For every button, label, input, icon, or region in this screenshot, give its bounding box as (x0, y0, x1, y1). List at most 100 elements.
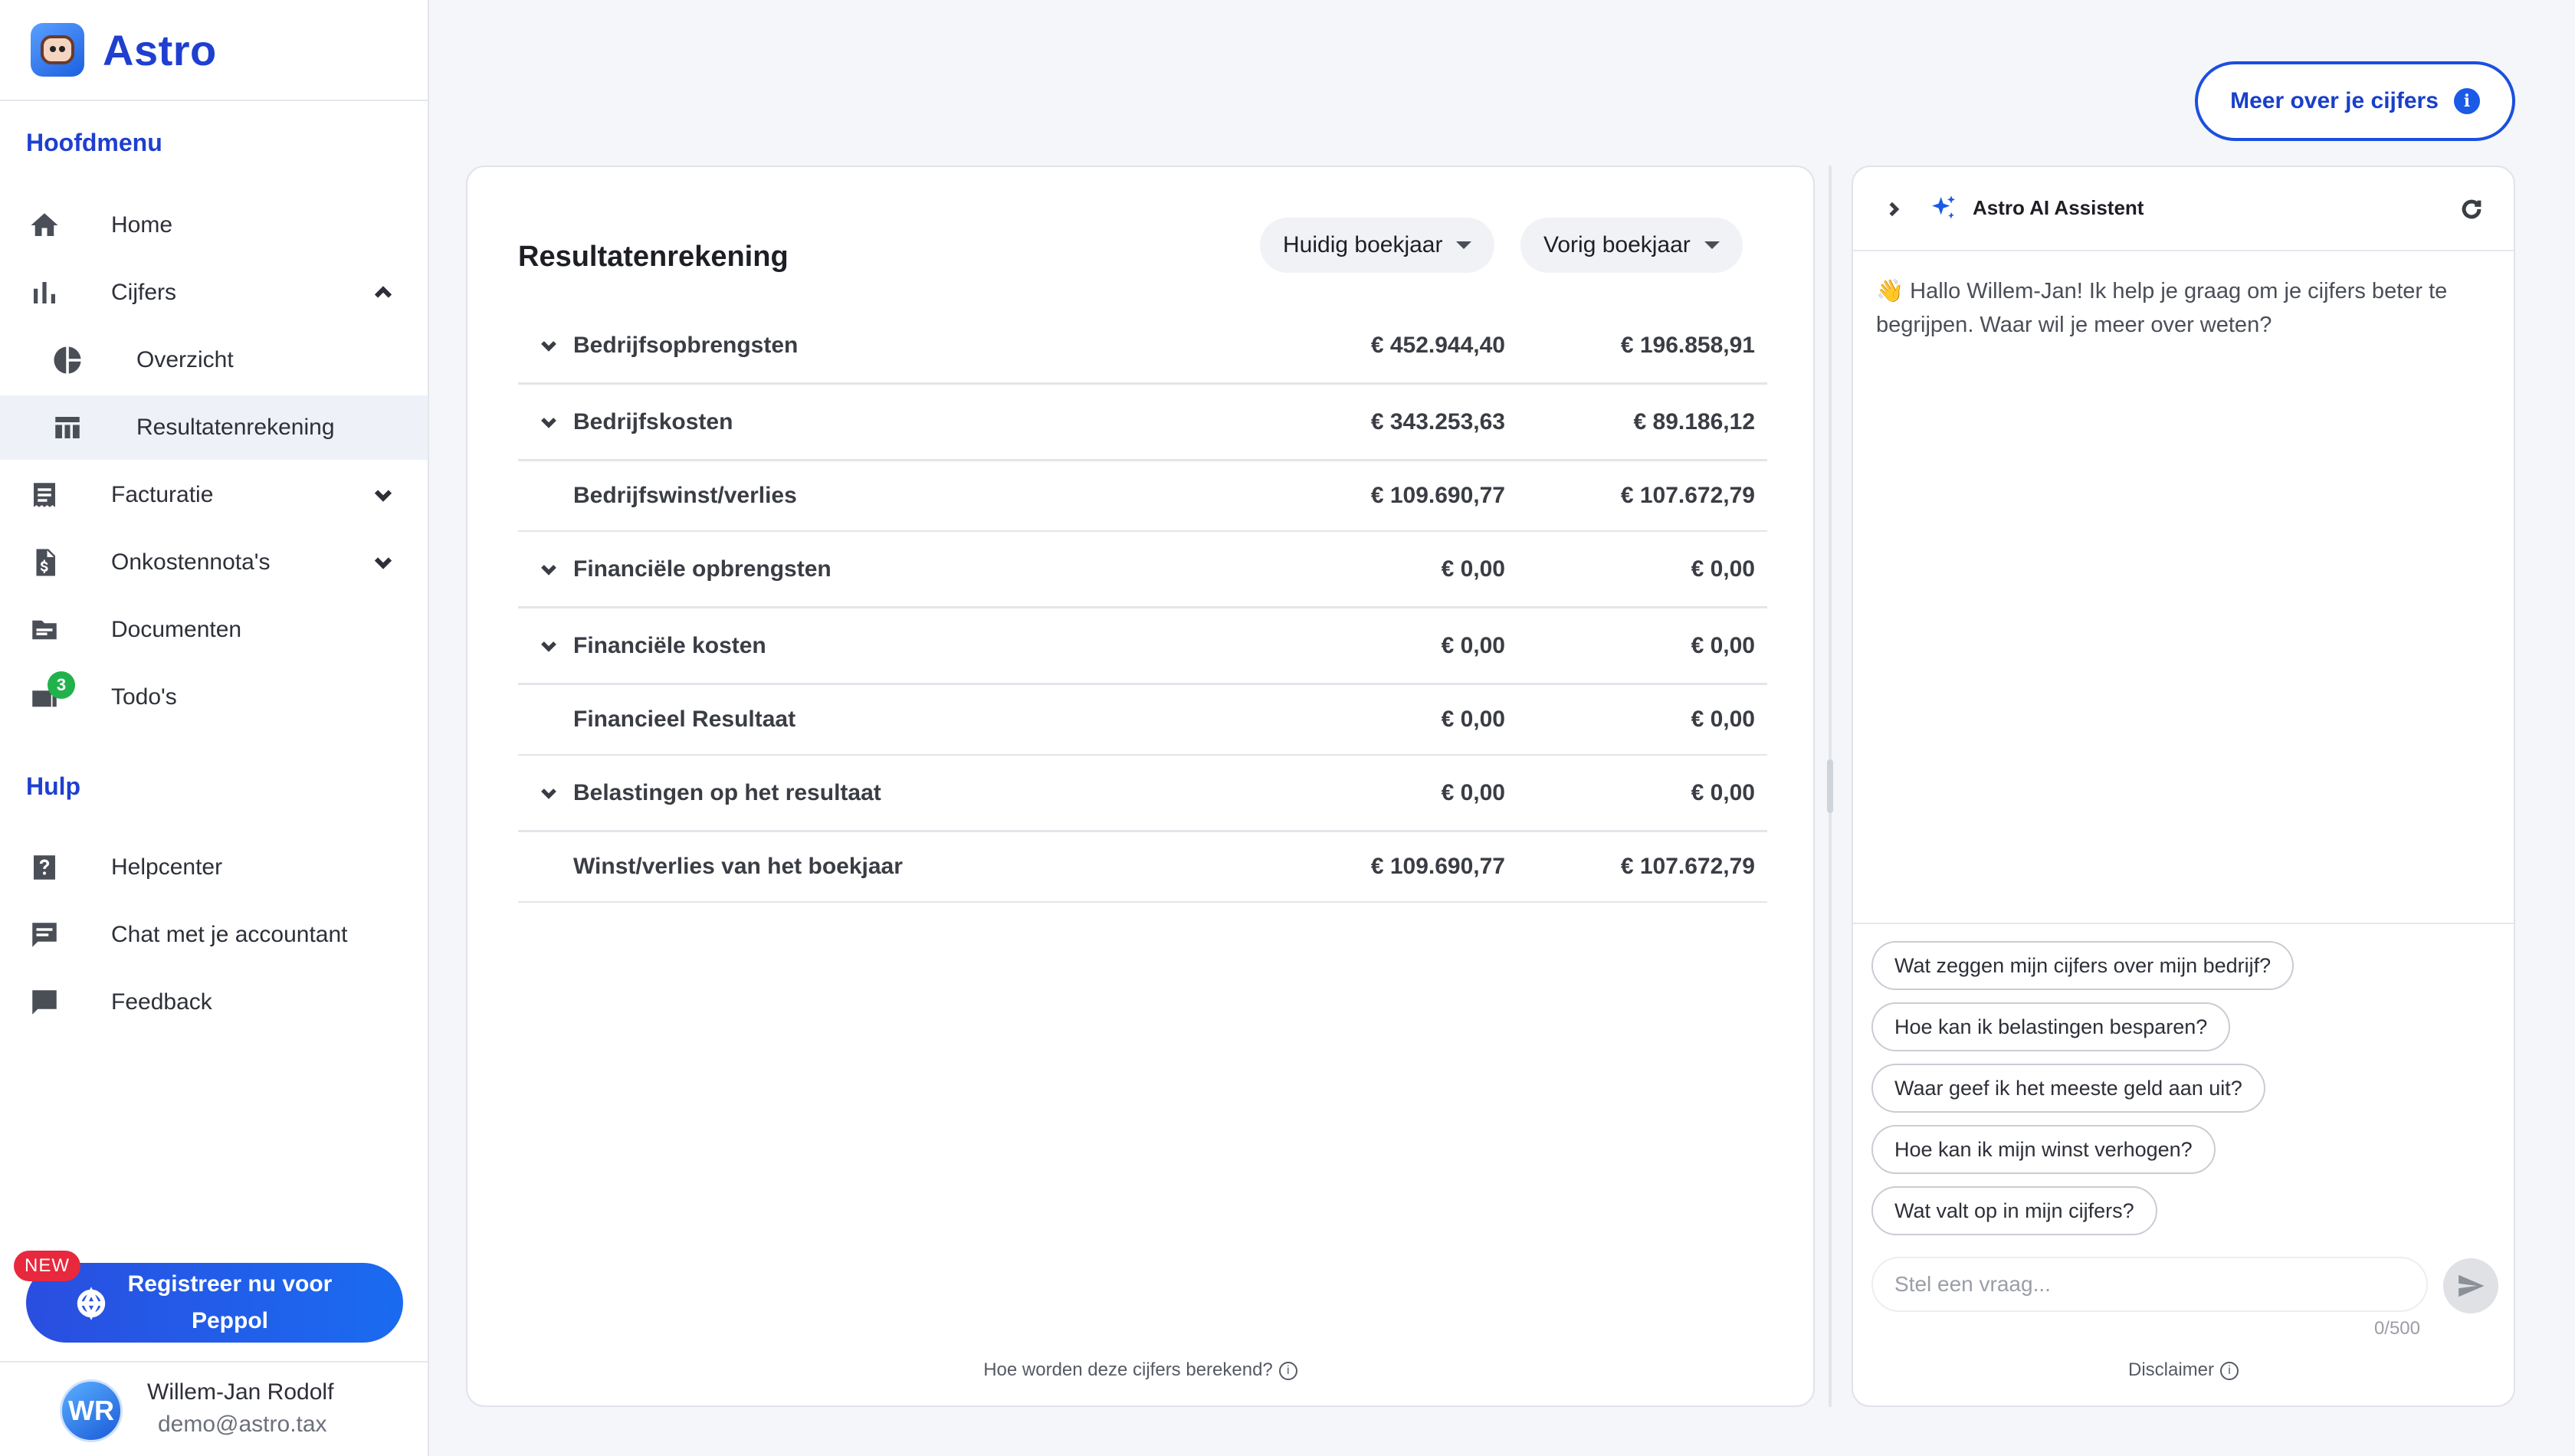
peppol-label: Registreer nu voor Peppol (127, 1271, 333, 1333)
new-badge: NEW (14, 1251, 80, 1281)
sparkle-icon (1928, 193, 1959, 224)
question-input[interactable] (1871, 1257, 2428, 1312)
current-year-value: € 0,00 (1441, 707, 1505, 732)
astro-logo-icon (31, 23, 84, 77)
previous-year-value: € 107.672,79 (1620, 483, 1755, 508)
sidebar-item-resultatenrekening[interactable]: Resultatenrekening (0, 395, 428, 460)
avatar: WR (60, 1379, 123, 1442)
previous-year-value: € 196.858,91 (1620, 332, 1755, 358)
row-label: Financiële kosten (573, 632, 766, 658)
app-name: Astro (103, 25, 217, 74)
character-counter: 0/500 (2373, 1318, 2420, 1339)
chevron-down-icon[interactable] (536, 634, 561, 658)
main-menu-title: Hoofdmenu (26, 129, 162, 156)
calculation-info-link[interactable]: Hoe worden deze cijfers berekend? i (467, 1359, 1813, 1381)
sidebar-item-chat[interactable]: Chat met je accountant (0, 903, 428, 967)
expense-doc-icon (28, 546, 61, 579)
table-row[interactable]: Bedrijfskosten € 343.253,63 € 89.186,12 (518, 385, 1767, 461)
suggestion-chip[interactable]: Hoe kan ik belastingen besparen? (1871, 1002, 2231, 1051)
current-year-value: € 109.690,77 (1370, 854, 1505, 879)
send-button[interactable] (2443, 1258, 2498, 1313)
table-row[interactable]: Bedrijfsopbrengsten € 452.944,40 € 196.858… (518, 308, 1767, 385)
chevron-down-icon[interactable] (536, 410, 561, 435)
table-row[interactable]: Financiële opbrengsten € 0,00 € 0,00 (518, 532, 1767, 608)
table-row[interactable]: Belastingen op het resultaat € 0,00 € 0,00 (518, 756, 1767, 832)
chevron-down-icon[interactable] (536, 781, 561, 805)
caret-down-icon (1704, 241, 1720, 249)
chevron-up-icon[interactable] (369, 279, 397, 307)
receipt-icon (28, 478, 61, 512)
chevron-down-icon[interactable] (369, 481, 397, 509)
pie-chart-icon (51, 343, 84, 377)
sidebar-item-cijfers[interactable]: Cijfers (0, 261, 428, 325)
income-statement-table: Bedrijfsopbrengsten € 452.944,40 € 196.858… (518, 308, 1767, 903)
info-icon: i (1278, 1361, 1297, 1380)
sidebar-item-label: Documenten (111, 617, 242, 642)
disclaimer-link[interactable]: Disclaimer i (1853, 1359, 2514, 1381)
chat-icon (28, 918, 61, 952)
sidebar-item-label: Onkostennota's (111, 549, 271, 575)
sidebar-item-overzicht[interactable]: Overzicht (0, 328, 428, 392)
current-year-value: € 0,00 (1441, 779, 1505, 805)
current-year-value: € 109.690,77 (1370, 483, 1505, 508)
suggestion-chip[interactable]: Hoe kan ik mijn winst verhogen? (1871, 1125, 2216, 1174)
chevron-down-icon[interactable] (536, 333, 561, 358)
todo-count-badge: 3 (48, 671, 75, 699)
chevron-right-icon[interactable] (1882, 198, 1905, 221)
previous-year-value: € 0,00 (1691, 556, 1755, 582)
current-year-value: € 452.944,40 (1370, 332, 1505, 358)
chevron-down-icon[interactable] (369, 549, 397, 576)
help-title: Hulp (26, 772, 81, 800)
suggestion-chip[interactable]: Wat valt op in mijn cijfers? (1871, 1186, 2157, 1235)
table-row: Bedrijfswinst/verlies € 109.690,77 € 107.6… (518, 461, 1767, 532)
table-row[interactable]: Financiële kosten € 0,00 € 0,00 (518, 608, 1767, 685)
previous-year-dropdown[interactable]: Vorig boekjaar (1520, 218, 1743, 273)
info-icon: i (2220, 1361, 2239, 1380)
sidebar-item-label: Todo's (111, 684, 177, 710)
sidebar-item-home[interactable]: Home (0, 193, 428, 257)
sidebar-item-label: Home (111, 212, 173, 238)
disclaimer-label: Disclaimer (2127, 1359, 2214, 1380)
row-label: Financiële opbrengsten (573, 556, 832, 582)
row-label: Bedrijfsopbrengsten (573, 332, 799, 358)
row-label: Bedrijfskosten (573, 408, 733, 435)
user-profile[interactable]: WR Willem-Jan Rodolf demo@astro.tax (0, 1361, 428, 1456)
ai-assistant-header: Astro AI Assistent (1853, 167, 2514, 251)
info-icon: i (2453, 88, 2480, 114)
sidebar-item-documenten[interactable]: Documenten (0, 598, 428, 662)
sidebar-item-facturatie[interactable]: Facturatie (0, 463, 428, 527)
page-title: Resultatenrekening (518, 241, 789, 273)
suggestion-chip[interactable]: Wat zeggen mijn cijfers over mijn bedrij… (1871, 941, 2295, 990)
chevron-down-icon[interactable] (536, 557, 561, 582)
sidebar-item-feedback[interactable]: Feedback (0, 970, 428, 1035)
current-year-value: € 0,00 (1441, 556, 1505, 582)
current-year-dropdown[interactable]: Huidig boekjaar (1260, 218, 1495, 273)
previous-year-value: € 107.672,79 (1620, 854, 1755, 879)
previous-year-value: € 0,00 (1691, 632, 1755, 658)
sidebar-item-label: Cijfers (111, 280, 177, 305)
table-row: Winst/verlies van het boekjaar € 109.690,… (518, 832, 1767, 903)
sidebar-item-helpcenter[interactable]: Helpcenter (0, 835, 428, 900)
previous-year-value: € 0,00 (1691, 707, 1755, 732)
sidebar-item-label: Feedback (111, 989, 212, 1015)
previous-year-value: € 89.186,12 (1633, 408, 1755, 435)
sidebar: Astro Hoofdmenu Home Cijfers Overzicht R… (0, 0, 429, 1456)
sidebar-item-onkostennotas[interactable]: Onkostennota's (0, 530, 428, 595)
ai-assistant-panel: Astro AI Assistent 👋 Hallo Willem-Jan! I… (1852, 166, 2515, 1407)
register-peppol-button[interactable]: Registreer nu voor Peppol (26, 1263, 403, 1343)
sidebar-item-todos[interactable]: 3 Todo's (0, 665, 428, 730)
panel-resize-handle[interactable] (1827, 166, 1833, 1407)
logo[interactable]: Astro (0, 0, 428, 101)
ai-assistant-title: Astro AI Assistent (1973, 196, 2144, 219)
table-icon (51, 411, 84, 444)
peppol-network-icon (74, 1286, 109, 1321)
refresh-icon[interactable] (2459, 196, 2485, 222)
sidebar-item-label: Overzicht (136, 347, 234, 372)
user-email: demo@astro.tax (158, 1412, 327, 1437)
more-about-figures-button[interactable]: Meer over je cijfers i (2195, 61, 2515, 141)
calculation-info-label: Hoe worden deze cijfers berekend? (983, 1359, 1273, 1380)
divider (1853, 923, 2514, 924)
suggestion-chip[interactable]: Waar geef ik het meeste geld aan uit? (1871, 1064, 2265, 1113)
help-icon (28, 851, 61, 884)
previous-year-label: Vorig boekjaar (1543, 232, 1691, 257)
